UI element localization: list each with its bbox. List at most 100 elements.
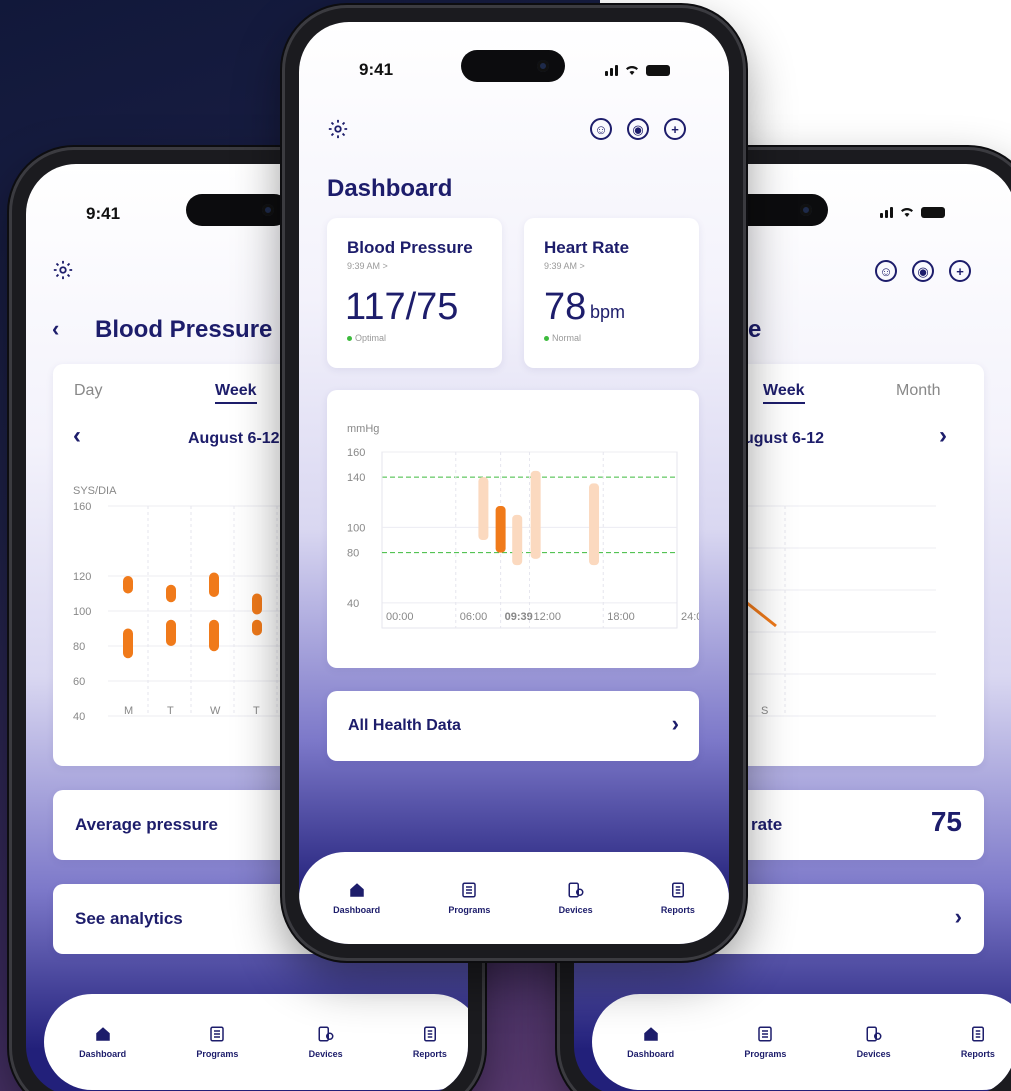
home-icon: [643, 1027, 658, 1041]
bp-day-chart: mmHg 160 140 100 80 40 00:00 06:00 09:39 12:00 18:…: [347, 423, 699, 629]
bp-range-bar: [252, 593, 262, 615]
y-tick-label: 160: [347, 447, 365, 459]
nav-programs[interactable]: Programs: [744, 1025, 786, 1059]
nav-label: Reports: [960, 1049, 995, 1059]
devices-icon: [866, 1026, 882, 1042]
page-title: te: [740, 316, 762, 343]
nav-label: Devices: [558, 905, 593, 915]
nav-label: Devices: [856, 1049, 891, 1059]
nav-label: Programs: [744, 1049, 787, 1059]
y-tick-label: 80: [73, 641, 85, 653]
nav-dashboard[interactable]: Dashboard: [79, 1025, 126, 1059]
bp-range-bar: [166, 584, 176, 603]
x-tick-label: T: [167, 705, 174, 717]
next-week-chevron-icon[interactable]: ›: [939, 422, 947, 450]
nav-reports[interactable]: Reports: [961, 1025, 995, 1059]
date-range: ugust 6-12: [744, 430, 825, 447]
average-pressure-label: Average pressure: [75, 815, 219, 834]
settings-gear-icon[interactable]: [52, 259, 74, 281]
x-tick-label: S: [761, 705, 768, 717]
home-icon: [95, 1027, 110, 1041]
add-icon[interactable]: +: [949, 260, 971, 282]
signal-icon: [605, 64, 618, 76]
list-icon: [462, 882, 477, 898]
nav-label: Reports: [412, 1049, 447, 1059]
report-icon: [671, 882, 684, 898]
profile-icon[interactable]: ☺: [875, 260, 897, 282]
y-tick-label: 80: [347, 548, 359, 560]
x-tick-label: M: [124, 705, 133, 717]
tab-week[interactable]: Week: [763, 382, 805, 404]
heart-rate-card[interactable]: Heart Rate 9:39 AM > 78 bpm Normal: [524, 218, 699, 368]
nav-label: Reports: [660, 905, 695, 915]
blood-pressure-status: Optimal: [355, 333, 387, 343]
y-axis-label: mmHg: [347, 423, 379, 435]
bp-range-bar: [209, 572, 219, 597]
heart-rate-unit: bpm: [590, 302, 626, 322]
y-tick-label: 120: [73, 571, 91, 583]
x-tick-label: 24:00: [681, 611, 699, 623]
bp-range-bar: [530, 470, 541, 559]
home-icon: [349, 883, 364, 897]
blood-pressure-card[interactable]: Blood Pressure 9:39 AM > 117/75 Optimal: [327, 218, 502, 368]
back-chevron-icon[interactable]: ‹: [52, 316, 59, 342]
blood-pressure-label: Blood Pressure: [347, 238, 473, 257]
chevron-right-icon: ›: [671, 711, 679, 736]
bp-range-bar: [209, 619, 219, 652]
battery-icon: [921, 206, 945, 218]
nav-devices[interactable]: Devices: [857, 1025, 891, 1059]
heart-rate-status-dot: [544, 336, 549, 341]
nav-label: Devices: [308, 1049, 343, 1059]
bell-icon[interactable]: ◉: [627, 118, 649, 140]
nav-label: Programs: [448, 905, 491, 915]
nav-dashboard[interactable]: Dashboard: [627, 1025, 674, 1059]
heart-rate-status: Normal: [552, 333, 582, 343]
nav-label: Dashboard: [627, 1049, 675, 1059]
tab-month[interactable]: Month: [896, 382, 940, 400]
y-axis-label: SYS/DIA: [73, 485, 117, 497]
nav-dashboard[interactable]: Dashboard: [333, 881, 380, 915]
dynamic-island: [186, 194, 290, 226]
tab-day[interactable]: Day: [74, 382, 102, 400]
list-icon: [210, 1026, 225, 1042]
date-range: August 6-12: [188, 430, 280, 447]
wifi-icon: [901, 208, 913, 217]
bp-range-bar: [589, 483, 600, 566]
nav-label: Dashboard: [333, 905, 381, 915]
all-health-data-label: All Health Data: [348, 717, 461, 734]
y-tick-label: 160: [73, 501, 91, 513]
bp-range-bar: [495, 506, 506, 553]
nav-programs[interactable]: Programs: [448, 881, 490, 915]
y-tick-label: 40: [73, 711, 85, 723]
nav-reports[interactable]: Reports: [661, 881, 695, 915]
x-tick-label: 06:00: [460, 611, 488, 623]
center-phone-screen: 9:41 ☺ ◉ + Dashboard Blood Pressure 9:39…: [299, 22, 729, 944]
add-icon[interactable]: +: [664, 118, 686, 140]
bp-range-bar: [166, 619, 176, 646]
tab-week[interactable]: Week: [215, 382, 257, 404]
bell-icon[interactable]: ◉: [912, 260, 934, 282]
y-tick-label: 100: [73, 606, 91, 618]
all-health-data-row[interactable]: All Health Data ›: [327, 691, 699, 761]
nav-devices[interactable]: Devices: [309, 1025, 343, 1059]
prev-week-chevron-icon[interactable]: ‹: [73, 422, 81, 450]
nav-programs[interactable]: Programs: [196, 1025, 238, 1059]
report-icon: [971, 1026, 984, 1042]
bottom-nav: Dashboard Programs Devices Reports: [44, 994, 468, 1090]
devices-icon: [318, 1026, 334, 1042]
blood-pressure-time: 9:39 AM >: [347, 261, 388, 271]
see-analytics-label: See analytics: [75, 909, 183, 928]
nav-devices[interactable]: Devices: [559, 881, 593, 915]
x-tick-label: 12:00: [534, 611, 562, 623]
bp-range-bar: [123, 628, 133, 659]
settings-gear-icon[interactable]: [327, 118, 349, 140]
nav-label: Programs: [196, 1049, 239, 1059]
signal-icon: [880, 206, 893, 218]
devices-icon: [568, 882, 584, 898]
bottom-nav: Dashboard Programs Devices Reports: [592, 994, 1011, 1090]
bottom-nav: Dashboard Programs Devices Reports: [299, 852, 729, 944]
dynamic-island: [461, 50, 565, 82]
nav-reports[interactable]: Reports: [413, 1025, 447, 1059]
y-tick-label: 60: [73, 676, 85, 688]
profile-icon[interactable]: ☺: [590, 118, 612, 140]
